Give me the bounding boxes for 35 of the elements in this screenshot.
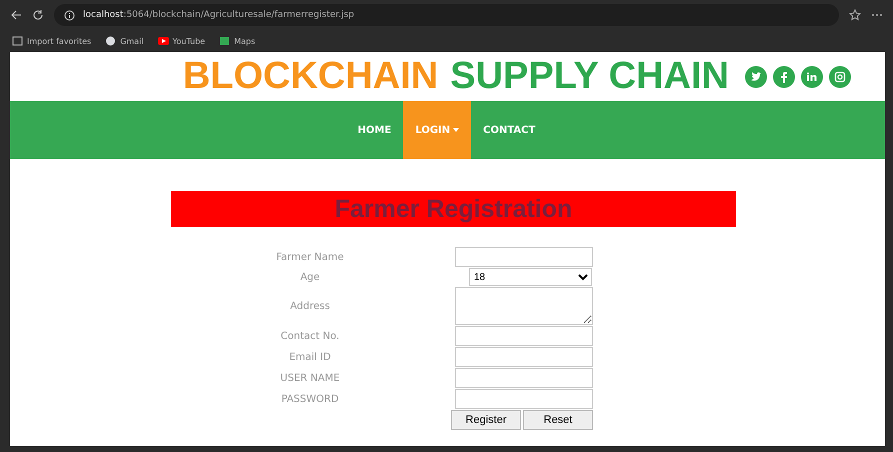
field-label: Contact No.	[280, 330, 340, 342]
linkedin-icon[interactable]	[801, 66, 823, 88]
instagram-icon[interactable]	[829, 66, 851, 88]
field-label: Age	[299, 272, 321, 282]
twitter-icon[interactable]	[745, 66, 767, 88]
bookmark-link[interactable]: Maps	[234, 36, 256, 46]
back-icon[interactable]	[10, 9, 22, 21]
address-field[interactable]	[455, 287, 593, 325]
address-bar[interactable]: localhost:5064/blockchain/Agriculturesale/farmerregister.jsp	[54, 4, 839, 26]
field-label: PASSWORD	[280, 394, 340, 404]
field-label: Address	[289, 300, 331, 312]
age-select[interactable]: 18	[469, 268, 592, 286]
star-icon[interactable]	[849, 9, 861, 21]
input-field[interactable]	[455, 347, 593, 367]
input-field[interactable]	[455, 389, 593, 409]
play-icon	[158, 36, 169, 46]
field-label: USER NAME	[279, 372, 341, 384]
info-icon	[64, 10, 75, 20]
input-field[interactable]	[455, 326, 593, 346]
input-field[interactable]	[455, 368, 593, 388]
input-field[interactable]	[455, 247, 593, 267]
field-label: Email ID	[288, 352, 332, 362]
bookmark-link[interactable]: Import favorites	[27, 36, 92, 46]
form-title: Farmer Registration	[171, 191, 736, 227]
facebook-icon[interactable]	[773, 66, 795, 88]
url-text: localhost:5064/blockchain/Agriculturesale/farmerregister.jsp	[83, 10, 354, 20]
field-label: Farmer Name	[275, 252, 345, 262]
register-button[interactable]: Register	[451, 410, 521, 430]
folder-icon	[12, 36, 23, 46]
caret-icon	[453, 128, 460, 132]
site-title: BLOCKCHAIN SUPPLY CHAIN	[182, 55, 729, 98]
reset-button[interactable]: Reset	[523, 410, 593, 430]
bookmark-link[interactable]: YouTube	[172, 36, 206, 46]
bookmark-link[interactable]: Gmail	[120, 36, 144, 46]
refresh-icon[interactable]	[32, 9, 44, 21]
